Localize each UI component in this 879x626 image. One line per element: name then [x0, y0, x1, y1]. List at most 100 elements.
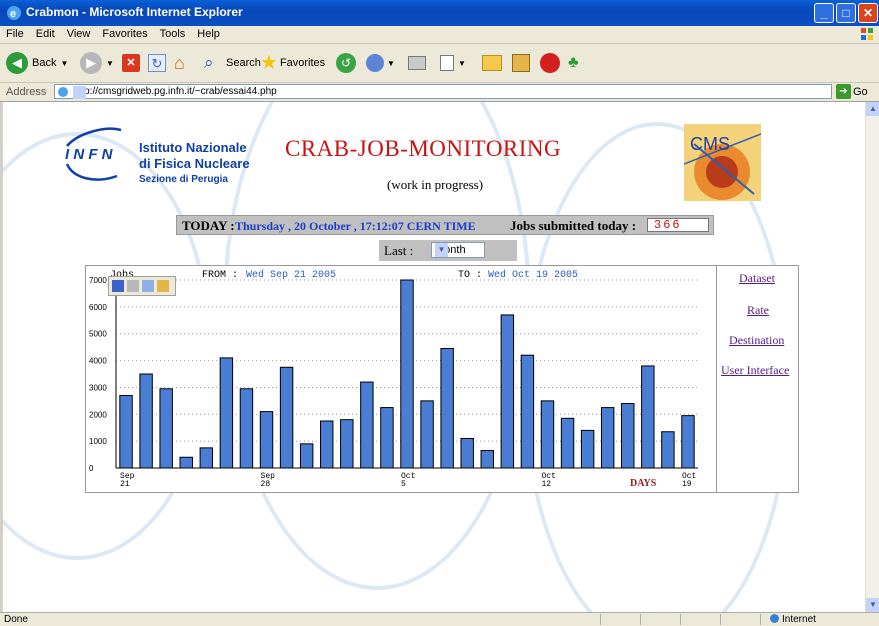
address-bar: Address http://cmsgridweb.pg.infn.it/~cr…: [0, 83, 879, 102]
x-tick-day: 5: [401, 480, 406, 489]
menu-file[interactable]: File: [0, 26, 30, 40]
bar: [420, 400, 434, 469]
go-button[interactable]: ➔ Go: [836, 84, 868, 99]
favorites-button[interactable]: ★ Favorites: [260, 52, 325, 74]
messenger-button[interactable]: [540, 52, 560, 74]
infn-line2: di Fisica Nucleare: [139, 156, 250, 171]
status-text: Done: [4, 614, 28, 625]
y-tick-label: 3000: [89, 383, 107, 392]
bar: [540, 400, 555, 469]
bar: [580, 429, 595, 469]
y-tick-label: 6000: [89, 303, 107, 312]
bar: [460, 437, 474, 469]
maximize-button[interactable]: □: [836, 3, 856, 23]
search-label: Search: [226, 57, 261, 69]
msn-button[interactable]: ♣: [568, 52, 588, 74]
bar: [239, 388, 254, 469]
link-destination[interactable]: Destination: [729, 333, 784, 348]
forward-button[interactable]: ▶ ▼: [80, 52, 114, 74]
print-button[interactable]: [408, 52, 426, 74]
bar: [641, 365, 655, 469]
folder-button[interactable]: [482, 52, 502, 74]
research-icon: [512, 54, 530, 72]
forward-dropdown-icon[interactable]: ▼: [106, 59, 114, 68]
bar: [219, 357, 234, 469]
x-tick-day: 12: [541, 480, 551, 489]
bar: [119, 394, 133, 469]
bar: [661, 431, 675, 469]
bar: [139, 373, 153, 469]
page-icon: [58, 87, 68, 97]
today-label: TODAY :: [182, 218, 235, 233]
bar: [621, 403, 635, 469]
x-tick-day: 28: [261, 480, 271, 489]
minimize-button[interactable]: _: [814, 3, 834, 23]
infn-line1: Istituto Nazionale: [139, 140, 247, 155]
stop-button[interactable]: ✕: [122, 52, 140, 74]
home-button[interactable]: ⌂: [174, 52, 194, 74]
scroll-down-icon[interactable]: ▼: [866, 598, 879, 612]
print-icon[interactable]: [127, 280, 139, 292]
y-tick-label: 1000: [89, 437, 107, 446]
star-icon: ★: [260, 52, 278, 74]
folder-icon[interactable]: [157, 280, 169, 292]
page-content: I N F N Istituto Nazionale di Fisica Nuc…: [3, 102, 865, 612]
link-dataset[interactable]: Dataset: [739, 271, 775, 286]
edit-button[interactable]: ▼: [440, 52, 466, 74]
y-tick-label: 7000: [89, 276, 107, 285]
bar: [440, 347, 454, 469]
link-user-interface[interactable]: User Interface: [721, 363, 789, 378]
stop-icon: ✕: [122, 54, 140, 72]
bar: [360, 381, 374, 469]
address-dropdown-icon[interactable]: [73, 86, 86, 99]
menu-help[interactable]: Help: [191, 26, 226, 40]
edit-dropdown-icon[interactable]: ▼: [458, 59, 466, 68]
go-arrow-icon: ➔: [836, 84, 851, 99]
chevron-down-icon[interactable]: ▼: [435, 243, 448, 257]
y-tick-label: 0: [89, 464, 94, 473]
window-title: Crabmon - Microsoft Internet Explorer: [26, 5, 243, 19]
x-axis-label: DAYS: [630, 478, 657, 489]
menu-tools[interactable]: Tools: [154, 26, 192, 40]
history-button[interactable]: ↺: [336, 52, 356, 74]
back-label: Back: [32, 57, 57, 69]
link-rate[interactable]: Rate: [747, 303, 769, 318]
bar: [380, 407, 394, 469]
menu-edit[interactable]: Edit: [30, 26, 61, 40]
back-dropdown-icon[interactable]: ▼: [60, 59, 68, 68]
infn-letters: I N F N: [65, 146, 114, 163]
period-select[interactable]: Month ▼: [431, 242, 485, 258]
search-button[interactable]: ⌕ Search: [204, 52, 261, 74]
menu-view[interactable]: View: [61, 26, 97, 40]
research-button[interactable]: [512, 52, 530, 74]
chart-image-toolbar: [108, 276, 176, 296]
chart-panel: 01000200030004000500060007000JobsFROM :W…: [85, 265, 799, 493]
to-label: TO :: [458, 270, 482, 281]
email-icon[interactable]: [142, 280, 154, 292]
print-icon: [408, 56, 426, 70]
security-zone: Internet: [770, 614, 816, 625]
bar: [259, 411, 274, 469]
close-button[interactable]: ✕: [858, 3, 878, 23]
toolbar: ◀ Back ▼ ▶ ▼ ✕ ↻ ⌂ ⌕ Search ★ Favorites …: [0, 44, 879, 83]
save-icon[interactable]: [112, 280, 124, 292]
y-tick-label: 5000: [89, 330, 107, 339]
from-value: Wed Sep 21 2005: [246, 269, 336, 281]
status-divider: [600, 614, 601, 625]
status-divider: [720, 614, 721, 625]
back-button[interactable]: ◀ Back ▼: [6, 52, 68, 74]
messenger-icon: [540, 53, 560, 73]
mail-button[interactable]: ▼: [366, 52, 395, 74]
jobs-today-label: Jobs submitted today :: [510, 218, 637, 233]
mail-dropdown-icon[interactable]: ▼: [387, 59, 395, 68]
refresh-button[interactable]: ↻: [148, 52, 166, 74]
vertical-scrollbar[interactable]: ▲ ▼: [865, 102, 879, 612]
ie-icon: e: [7, 6, 21, 20]
bar: [340, 419, 354, 469]
address-input[interactable]: http://cmsgridweb.pg.infn.it/~crab/essai…: [54, 84, 832, 99]
scroll-up-icon[interactable]: ▲: [866, 102, 879, 116]
menu-favorites[interactable]: Favorites: [96, 26, 153, 40]
refresh-icon: ↻: [148, 54, 166, 72]
bar: [159, 388, 173, 469]
history-icon: ↺: [336, 53, 356, 73]
